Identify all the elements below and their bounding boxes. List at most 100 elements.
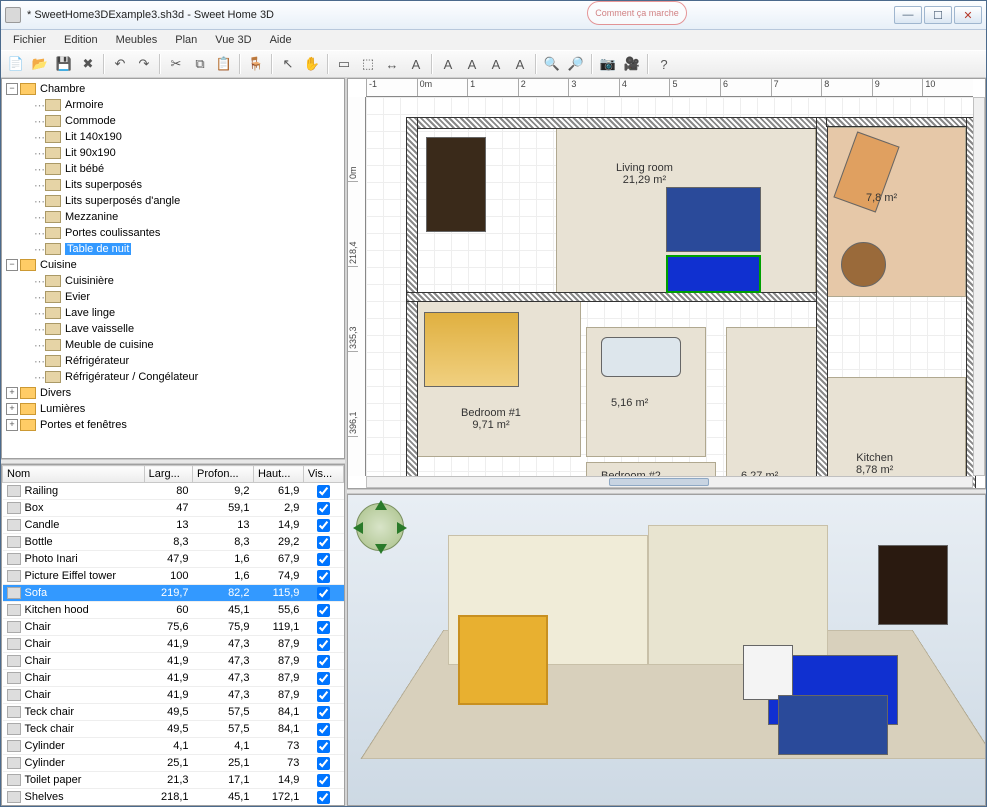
- visible-checkbox[interactable]: [317, 638, 330, 651]
- table-row[interactable]: Sink8061,999,1: [3, 806, 344, 807]
- tree-item[interactable]: ⋯Table de nuit: [32, 241, 342, 257]
- wall[interactable]: [406, 117, 418, 489]
- table-row[interactable]: Cylinder25,125,173: [3, 755, 344, 772]
- table-row[interactable]: Chair41,947,387,9: [3, 653, 344, 670]
- expand-icon[interactable]: +: [6, 419, 18, 431]
- table-row[interactable]: Photo Inari47,91,667,9: [3, 551, 344, 568]
- visible-checkbox[interactable]: [317, 604, 330, 617]
- room[interactable]: [726, 327, 821, 489]
- tree-item[interactable]: ⋯Portes coulissantes: [32, 225, 342, 241]
- maximize-button[interactable]: ☐: [924, 6, 952, 24]
- tree-item[interactable]: ⋯Réfrigérateur / Congélateur: [32, 369, 342, 385]
- column-header[interactable]: Nom: [3, 466, 145, 483]
- table-row[interactable]: Bottle8,38,329,2: [3, 534, 344, 551]
- visible-checkbox[interactable]: [317, 774, 330, 787]
- visible-checkbox[interactable]: [317, 655, 330, 668]
- zoom-out-button[interactable]: 🔎: [565, 53, 587, 75]
- visible-checkbox[interactable]: [317, 519, 330, 532]
- collapse-icon[interactable]: −: [6, 83, 18, 95]
- close-button[interactable]: ✕: [954, 6, 982, 24]
- tree-item[interactable]: ⋯Lit 140x190: [32, 129, 342, 145]
- expand-icon[interactable]: +: [6, 387, 18, 399]
- column-header[interactable]: Profon...: [193, 466, 254, 483]
- add-furn-button[interactable]: 🪑: [245, 53, 267, 75]
- visible-checkbox[interactable]: [317, 570, 330, 583]
- furn-dining[interactable]: [426, 137, 486, 232]
- table-row[interactable]: Candle131314,9: [3, 517, 344, 534]
- visible-checkbox[interactable]: [317, 553, 330, 566]
- furniture-table-pane[interactable]: NomLarg...Profon...Haut...Vis...Railing8…: [1, 464, 345, 806]
- tree-item[interactable]: ⋯Lits superposés d'angle: [32, 193, 342, 209]
- tree-item[interactable]: ⋯Commode: [32, 113, 342, 129]
- menu-edition[interactable]: Edition: [56, 32, 106, 48]
- visible-checkbox[interactable]: [317, 672, 330, 685]
- style-a1-button[interactable]: A: [485, 53, 507, 75]
- plan-canvas[interactable]: Living room 21,29 m²7,8 m²Bedroom #1 9,7…: [366, 97, 973, 476]
- tree-item[interactable]: ⋯Mezzanine: [32, 209, 342, 225]
- visible-checkbox[interactable]: [317, 587, 330, 600]
- plan-pane[interactable]: -10m12345678910 0m218,4335,3396,1 Living…: [347, 78, 986, 489]
- tree-item[interactable]: ⋯Réfrigérateur: [32, 353, 342, 369]
- tree-category[interactable]: +Lumières: [4, 401, 342, 417]
- tree-item[interactable]: ⋯Lit bébé: [32, 161, 342, 177]
- visible-checkbox[interactable]: [317, 706, 330, 719]
- furn-rug[interactable]: [666, 187, 761, 252]
- plan-scroll-v[interactable]: [973, 97, 985, 476]
- tree-item[interactable]: ⋯Lit 90x190: [32, 145, 342, 161]
- menu-plan[interactable]: Plan: [167, 32, 205, 48]
- furn-table-round[interactable]: [841, 242, 886, 287]
- menu-aide[interactable]: Aide: [262, 32, 300, 48]
- scroll-thumb[interactable]: [609, 478, 709, 486]
- tree-category[interactable]: +Portes et fenêtres: [4, 417, 342, 433]
- column-header[interactable]: Haut...: [253, 466, 303, 483]
- open-button[interactable]: 📂: [29, 53, 51, 75]
- view3d-pane[interactable]: [347, 494, 986, 806]
- room-button[interactable]: ⬚: [357, 53, 379, 75]
- style-a2-button[interactable]: A: [509, 53, 531, 75]
- video-button[interactable]: 🎥: [621, 53, 643, 75]
- tree-item[interactable]: ⋯Lave linge: [32, 305, 342, 321]
- table-row[interactable]: Chair41,947,387,9: [3, 687, 344, 704]
- visible-checkbox[interactable]: [317, 740, 330, 753]
- paste-button[interactable]: 📋: [213, 53, 235, 75]
- visible-checkbox[interactable]: [317, 689, 330, 702]
- text-button[interactable]: A: [405, 53, 427, 75]
- menu-meubles[interactable]: Meubles: [108, 32, 166, 48]
- menu-fichier[interactable]: Fichier: [5, 32, 54, 48]
- column-header[interactable]: Larg...: [144, 466, 192, 483]
- table-row[interactable]: Box4759,12,9: [3, 500, 344, 517]
- new-button[interactable]: 📄: [5, 53, 27, 75]
- expand-icon[interactable]: +: [6, 403, 18, 415]
- nav-right-icon[interactable]: [397, 522, 407, 534]
- wall[interactable]: [406, 117, 826, 129]
- minimize-button[interactable]: —: [894, 6, 922, 24]
- collapse-icon[interactable]: −: [6, 259, 18, 271]
- style-b-button[interactable]: A: [437, 53, 459, 75]
- table-row[interactable]: Teck chair49,557,584,1: [3, 721, 344, 738]
- tree-category[interactable]: +Divers: [4, 385, 342, 401]
- table-row[interactable]: Picture Eiffel tower1001,674,9: [3, 568, 344, 585]
- table-row[interactable]: Sofa219,782,2115,9: [3, 585, 344, 602]
- visible-checkbox[interactable]: [317, 502, 330, 515]
- catalog-tree[interactable]: −Chambre⋯Armoire⋯Commode⋯Lit 140x190⋯Lit…: [1, 78, 345, 459]
- select-button[interactable]: ↖: [277, 53, 299, 75]
- nav-left-icon[interactable]: [353, 522, 363, 534]
- wall[interactable]: [406, 292, 826, 302]
- visible-checkbox[interactable]: [317, 536, 330, 549]
- table-row[interactable]: Cylinder4,14,173: [3, 738, 344, 755]
- table-row[interactable]: Railing809,261,9: [3, 483, 344, 500]
- menu-vue-3d[interactable]: Vue 3D: [207, 32, 259, 48]
- nav-compass[interactable]: [356, 503, 404, 551]
- prefs-button[interactable]: ✖: [77, 53, 99, 75]
- tree-item[interactable]: ⋯Meuble de cuisine: [32, 337, 342, 353]
- undo-button[interactable]: ↶: [109, 53, 131, 75]
- photo-button[interactable]: 📷: [597, 53, 619, 75]
- column-header[interactable]: Vis...: [303, 466, 343, 483]
- redo-button[interactable]: ↷: [133, 53, 155, 75]
- visible-checkbox[interactable]: [317, 791, 330, 804]
- furn-bed[interactable]: [424, 312, 519, 387]
- furniture-table[interactable]: NomLarg...Profon...Haut...Vis...Railing8…: [2, 465, 344, 806]
- room[interactable]: [826, 377, 966, 489]
- visible-checkbox[interactable]: [317, 621, 330, 634]
- style-i-button[interactable]: A: [461, 53, 483, 75]
